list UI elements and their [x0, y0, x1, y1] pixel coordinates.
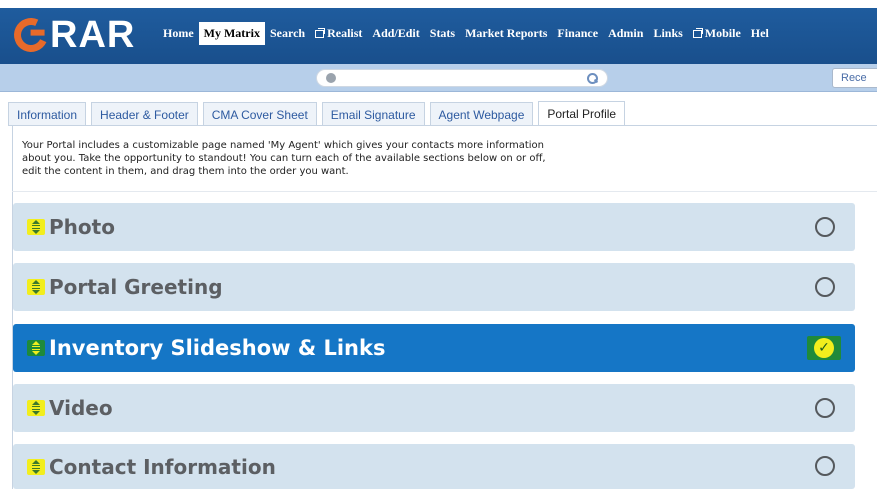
nav-market-reports[interactable]: Market Reports	[460, 22, 552, 45]
section-title: Portal Greeting	[49, 275, 223, 299]
external-window-icon	[315, 27, 326, 38]
tab-portal-profile[interactable]: Portal Profile	[538, 101, 626, 126]
checkmark-icon: ✓	[814, 338, 834, 358]
logo[interactable]: RAR	[9, 10, 136, 60]
intro-line: Your Portal includes a customizable page…	[22, 140, 545, 151]
logo-g-mark	[9, 13, 53, 57]
tab-agent-webpage[interactable]: Agent Webpage	[429, 102, 534, 126]
nav-my-matrix[interactable]: My Matrix	[198, 22, 265, 45]
content-divider	[12, 191, 877, 192]
recent-button[interactable]: Rece	[832, 68, 877, 88]
drag-handle-icon[interactable]	[27, 219, 45, 235]
nav-label: Mobile	[704, 26, 741, 40]
nav-label: Add/Edit	[372, 26, 420, 40]
external-window-icon	[692, 27, 703, 38]
intro-line: edit the content in them, and drag them …	[22, 166, 349, 177]
nav-help[interactable]: Hel	[746, 22, 774, 45]
section-video[interactable]: Video	[13, 384, 855, 432]
help-icon[interactable]	[326, 73, 336, 83]
nav-label: Realist	[327, 26, 363, 40]
nav-search[interactable]: Search	[265, 22, 310, 45]
nav-label: Market Reports	[465, 26, 548, 40]
nav-finance[interactable]: Finance	[552, 22, 603, 45]
section-contact-information[interactable]: Contact Information	[13, 444, 855, 489]
nav-label: Hel	[750, 26, 769, 40]
tab-email-signature[interactable]: Email Signature	[321, 102, 425, 126]
nav-links[interactable]: Links	[648, 22, 687, 45]
tab-cma-cover-sheet[interactable]: CMA Cover Sheet	[202, 102, 317, 126]
nav-label: Stats	[429, 26, 456, 40]
section-portal-greeting[interactable]: Portal Greeting	[13, 263, 855, 311]
nav-label: My Matrix	[203, 26, 260, 40]
nav-label: Home	[163, 26, 194, 40]
toggle-off-icon[interactable]	[815, 398, 835, 418]
drag-handle-icon[interactable]	[27, 279, 45, 295]
toggle-off-icon[interactable]	[815, 277, 835, 297]
settings-tabs: Information Header & Footer CMA Cover Sh…	[8, 101, 630, 126]
nav-label: Admin	[608, 26, 644, 40]
caption-strip	[0, 0, 877, 8]
nav-add-edit[interactable]: Add/Edit	[367, 22, 424, 45]
nav-stats[interactable]: Stats	[425, 22, 460, 45]
nav-label: Links	[653, 26, 683, 40]
search-icon[interactable]	[587, 73, 598, 84]
intro-text: Your Portal includes a customizable page…	[22, 139, 622, 178]
search-bar-strip: Rece	[0, 64, 877, 92]
drag-handle-icon[interactable]	[27, 340, 45, 356]
nav-label: Search	[269, 26, 306, 40]
search-input[interactable]	[316, 69, 608, 87]
section-title: Photo	[49, 215, 115, 239]
tab-information[interactable]: Information	[8, 102, 87, 126]
section-photo[interactable]: Photo	[13, 203, 855, 251]
nav-mobile[interactable]: Mobile	[688, 22, 746, 45]
section-title: Contact Information	[49, 454, 276, 479]
nav-home[interactable]: Home	[158, 22, 199, 45]
toggle-off-icon[interactable]	[815, 456, 835, 476]
main-nav: Home My Matrix Search Realist Add/Edit S…	[158, 22, 774, 45]
nav-realist[interactable]: Realist	[310, 22, 367, 45]
nav-admin[interactable]: Admin	[603, 22, 648, 45]
section-title: Inventory Slideshow & Links	[49, 336, 386, 360]
section-title: Video	[49, 396, 113, 420]
logo-text: RAR	[50, 13, 136, 56]
drag-handle-icon[interactable]	[27, 458, 45, 475]
app-header: RAR Home My Matrix Search Realist Add/Ed…	[0, 8, 877, 64]
toggle-off-icon[interactable]	[815, 217, 835, 237]
toggle-on-button[interactable]: ✓	[807, 336, 841, 360]
drag-handle-icon[interactable]	[27, 400, 45, 416]
intro-line: about you. Take the opportunity to stand…	[22, 153, 546, 164]
nav-label: Finance	[557, 26, 599, 40]
section-inventory-slideshow[interactable]: Inventory Slideshow & Links ✓	[13, 324, 855, 372]
tab-header-footer[interactable]: Header & Footer	[91, 102, 198, 126]
